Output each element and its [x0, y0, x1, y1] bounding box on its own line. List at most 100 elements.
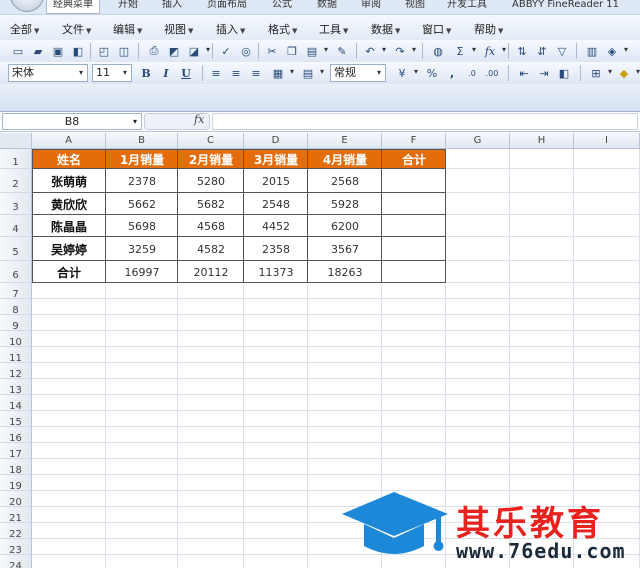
table-cell[interactable]: 2548 [244, 193, 308, 215]
tab-home[interactable]: 开始 [118, 0, 138, 14]
research-icon[interactable]: ◎ [238, 43, 254, 59]
currency-icon[interactable]: ¥ [394, 65, 419, 81]
column-header-b[interactable]: B [106, 133, 178, 149]
row-header[interactable]: 21 [0, 507, 32, 524]
table-cell[interactable] [382, 169, 446, 193]
table-cell[interactable] [382, 193, 446, 215]
hyperlink-icon[interactable]: ◍ [430, 43, 446, 59]
table-header-cell[interactable]: 姓名 [32, 149, 106, 169]
row-header[interactable]: 18 [0, 459, 32, 476]
table-row-label[interactable]: 吴婷婷 [32, 237, 106, 261]
orientation-icon[interactable]: ◧ [556, 65, 572, 81]
row-header[interactable]: 7 [0, 283, 32, 300]
italic-button[interactable]: I [158, 65, 174, 81]
row-header[interactable]: 2 [0, 169, 32, 193]
spelling-icon[interactable]: ✓ [218, 43, 234, 59]
open-folder-icon[interactable]: ▰ [30, 43, 46, 59]
table-cell[interactable] [382, 215, 446, 237]
email-icon[interactable]: ◫ [116, 43, 132, 59]
redo-icon[interactable]: ↷ [392, 43, 416, 59]
table-cell[interactable]: 4452 [244, 215, 308, 237]
row-header[interactable]: 5 [0, 237, 32, 261]
menu-data[interactable]: 数据 ▼ [371, 21, 400, 37]
column-header-g[interactable]: G [446, 133, 510, 149]
table-cell[interactable]: 11373 [244, 261, 308, 283]
number-format-select[interactable]: 常规 ▾ [330, 64, 386, 82]
format-painter-icon[interactable]: ✎ [334, 43, 350, 59]
table-header-cell[interactable]: 3月销量 [244, 149, 308, 169]
new-document-icon[interactable]: ▭ [10, 43, 26, 59]
table-cell[interactable]: 2568 [308, 169, 382, 193]
select-all-corner[interactable] [0, 133, 32, 149]
borders-icon[interactable]: ⊞ [588, 65, 612, 81]
table-cell[interactable]: 5928 [308, 193, 382, 215]
table-cell[interactable] [382, 261, 446, 283]
table-row-label[interactable]: 张萌萌 [32, 169, 106, 193]
table-header-cell[interactable]: 2月销量 [178, 149, 244, 169]
percent-button[interactable]: % [424, 65, 440, 81]
column-header-h[interactable]: H [510, 133, 574, 149]
align-right-icon[interactable]: ≡ [248, 65, 264, 81]
row-header[interactable]: 4 [0, 215, 32, 237]
row-header[interactable]: 3 [0, 193, 32, 215]
copy-icon[interactable]: ❐ [284, 43, 300, 59]
menu-edit[interactable]: 编辑 ▼ [113, 21, 142, 37]
align-left-icon[interactable]: ≡ [208, 65, 224, 81]
sort-ascending-icon[interactable]: ⇅ [514, 43, 530, 59]
print-options-icon[interactable]: ◪ [186, 43, 210, 59]
row-header[interactable]: 24 [0, 555, 32, 568]
tab-view[interactable]: 视图 [405, 0, 425, 14]
column-header-i[interactable]: I [574, 133, 640, 149]
table-header-cell[interactable]: 合计 [382, 149, 446, 169]
row-header[interactable]: 12 [0, 363, 32, 380]
row-header[interactable]: 13 [0, 379, 32, 396]
menu-window[interactable]: 窗口 ▼ [422, 21, 451, 37]
table-cell[interactable]: 6200 [308, 215, 382, 237]
table-cell[interactable]: 3259 [106, 237, 178, 261]
drawing-icon[interactable]: ◈ [604, 43, 628, 59]
menu-help[interactable]: 帮助 ▼ [474, 21, 503, 37]
tab-abbyy[interactable]: ABBYY FineReader 11 [512, 0, 619, 14]
insert-function-icon[interactable]: fx [194, 113, 204, 126]
fill-color-icon[interactable]: ◆ [616, 65, 640, 81]
decrease-decimal-icon[interactable]: .00 [484, 65, 500, 81]
pdf-icon[interactable]: ◰ [96, 43, 112, 59]
row-header[interactable]: 15 [0, 411, 32, 428]
row-header[interactable]: 20 [0, 491, 32, 508]
table-cell[interactable]: 20112 [178, 261, 244, 283]
merge-center-icon[interactable]: ▦ [270, 65, 294, 81]
row-header[interactable]: 22 [0, 523, 32, 540]
column-header-e[interactable]: E [308, 133, 382, 149]
permission-icon[interactable]: ◧ [70, 43, 86, 59]
table-cell[interactable]: 16997 [106, 261, 178, 283]
undo-icon[interactable]: ↶ [362, 43, 386, 59]
table-cell[interactable]: 18263 [308, 261, 382, 283]
menu-all[interactable]: 全部 ▼ [10, 21, 39, 37]
print-icon[interactable]: ⎙ [146, 43, 162, 59]
table-header-cell[interactable]: 1月销量 [106, 149, 178, 169]
menu-format[interactable]: 格式 ▼ [268, 21, 297, 37]
row-header[interactable]: 8 [0, 299, 32, 316]
row-header[interactable]: 9 [0, 315, 32, 332]
column-header-f[interactable]: F [382, 133, 446, 149]
sort-descending-icon[interactable]: ⇵ [534, 43, 550, 59]
table-cell[interactable]: 2378 [106, 169, 178, 193]
chart-icon[interactable]: ▥ [584, 43, 600, 59]
underline-button[interactable]: U [178, 65, 194, 81]
tab-formulas[interactable]: 公式 [272, 0, 292, 14]
tab-insert[interactable]: 插入 [162, 0, 182, 14]
tab-page-layout[interactable]: 页面布局 [207, 0, 247, 14]
table-row-label[interactable]: 合计 [32, 261, 106, 283]
table-row-label[interactable]: 陈晶晶 [32, 215, 106, 237]
column-header-c[interactable]: C [178, 133, 244, 149]
row-header[interactable]: 1 [0, 149, 32, 169]
table-cell[interactable]: 4568 [178, 215, 244, 237]
paste-icon[interactable]: ▤ [304, 43, 328, 59]
print-preview-icon[interactable]: ◩ [166, 43, 182, 59]
table-cell[interactable]: 2358 [244, 237, 308, 261]
table-cell[interactable]: 5698 [106, 215, 178, 237]
tab-developer[interactable]: 开发工具 [447, 0, 487, 14]
align-center-icon[interactable]: ≡ [228, 65, 244, 81]
decrease-indent-icon[interactable]: ⇤ [516, 65, 532, 81]
row-header[interactable]: 17 [0, 443, 32, 460]
